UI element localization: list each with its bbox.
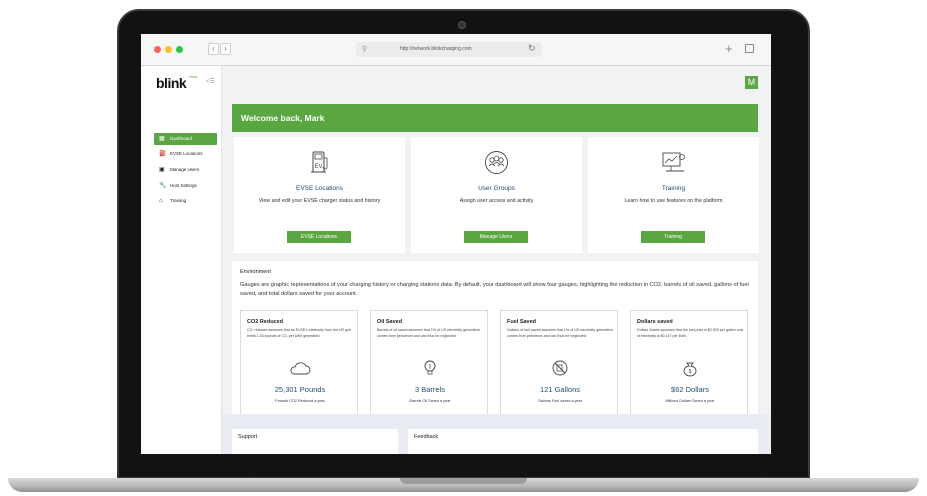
gauge-caption: Barrels Oil Saved a year bbox=[409, 399, 451, 403]
gauge-oil-saved: Oil Saved Barrels of oil saved assumes t… bbox=[370, 310, 488, 414]
lightbulb-icon bbox=[424, 360, 436, 375]
sidebar-item-label: EVSE Locations bbox=[170, 151, 203, 156]
reload-icon[interactable]: ↻ bbox=[528, 41, 536, 56]
welcome-banner: Welcome back, Mark bbox=[232, 104, 758, 132]
card-description: View and edit your EVSE charger status a… bbox=[258, 198, 381, 204]
gauge-caption: Millions Dollars Saved a year bbox=[665, 399, 715, 403]
sidebar-item-manage-users[interactable]: ▣ Manage Users bbox=[154, 164, 217, 176]
gauge-value: 25,301 Pounds bbox=[274, 385, 326, 394]
new-tab-button[interactable]: + bbox=[725, 41, 733, 56]
sidebar-item-dashboard[interactable]: ▦ Dashboard bbox=[154, 133, 217, 145]
sidebar-item-label: Dashboard bbox=[170, 136, 193, 141]
logo-host-label: Host bbox=[189, 74, 198, 79]
training-button[interactable]: Training bbox=[641, 231, 705, 243]
sidebar-item-label: Training bbox=[170, 198, 187, 203]
blink-logo: blink bbox=[156, 75, 187, 91]
address-bar[interactable]: ⚲ http://network.blinkcharging.com ↻ bbox=[356, 42, 542, 57]
url-text: http://network.blinkcharging.com bbox=[400, 46, 472, 52]
user-avatar[interactable]: M bbox=[745, 76, 758, 89]
card-evse-locations: EV EVSE Locations View and edit your EVS… bbox=[234, 137, 405, 253]
collapse-menu-icon[interactable]: <☰ bbox=[206, 78, 215, 85]
manage-users-button[interactable]: Manage Users bbox=[464, 231, 528, 243]
ev-charger-icon: EV bbox=[311, 151, 328, 173]
card-title: Training bbox=[661, 185, 686, 192]
card-title: EVSE Locations bbox=[296, 185, 343, 192]
gauge-value: 121 Gallons bbox=[539, 385, 581, 394]
support-card: Support bbox=[232, 429, 398, 454]
environment-panel: Environment Gauges are graphic represent… bbox=[232, 261, 758, 414]
sidebar-item-label: Manage Users bbox=[170, 167, 200, 172]
presentation-icon bbox=[662, 152, 685, 172]
environment-title: Environment bbox=[240, 269, 271, 275]
gauge-title: CO2 Reduced bbox=[247, 319, 284, 325]
close-window-button[interactable] bbox=[154, 46, 161, 53]
graduation-cap-icon: ⌂ bbox=[159, 198, 163, 204]
gauge-description: Barrels of oil saved assumes that 1% of … bbox=[377, 328, 481, 338]
user-groups-icon bbox=[485, 151, 508, 174]
gauge-fuel-saved: Fuel Saved Gallons of fuel saved assumes… bbox=[500, 310, 618, 414]
money-bag-icon: $ bbox=[683, 362, 697, 377]
gauge-description: Dollars Saved assumes that the fuel pric… bbox=[637, 328, 744, 338]
environment-description: Gauges are graphic representations of yo… bbox=[240, 282, 749, 297]
sidebar-item-training[interactable]: ⌂ Training bbox=[154, 195, 217, 207]
card-title: User Groups bbox=[478, 185, 515, 192]
sidebar: blink Host <☰ ▦ Dashboard ⛽ EVSE Locatio… bbox=[141, 66, 222, 454]
card-user-groups: User Groups Assign user access and activ… bbox=[411, 137, 582, 253]
card-description: Assign user access and activity bbox=[459, 198, 534, 204]
gauge-value: $62 Dollars bbox=[671, 385, 709, 394]
no-gas-icon bbox=[552, 360, 568, 376]
sidebar-item-label: Host Settings bbox=[170, 183, 197, 188]
forward-button[interactable]: › bbox=[220, 43, 231, 55]
evse-locations-button[interactable]: EVSE Locations bbox=[287, 231, 351, 243]
tabs-overview-icon[interactable] bbox=[745, 44, 754, 53]
gauge-description: CO, reduced assumes that an EVSE's elect… bbox=[247, 328, 351, 338]
ev-charger-icon: ⛽ bbox=[159, 151, 167, 157]
wrench-icon: 🔧 bbox=[159, 183, 167, 189]
gauge-title: Fuel Saved bbox=[507, 319, 537, 325]
gauge-caption: Gallons Fuel saved a year bbox=[537, 399, 583, 403]
gauge-title: Dollars saved bbox=[637, 319, 673, 325]
camera-icon bbox=[458, 21, 466, 29]
maximize-window-button[interactable] bbox=[176, 46, 183, 53]
gauge-dollars-saved: Dollars saved Dollars Saved assumes that… bbox=[630, 310, 748, 414]
sidebar-item-host-settings[interactable]: 🔧 Host Settings bbox=[154, 180, 217, 192]
dashboard-icon: ▦ bbox=[159, 136, 165, 142]
gauge-title: Oil Saved bbox=[377, 319, 403, 325]
users-icon: ▣ bbox=[159, 167, 165, 173]
gauge-caption: Pounds CO2 Reduced a year bbox=[275, 399, 325, 403]
gauge-value: 3 Barrels bbox=[414, 385, 445, 394]
laptop-notch bbox=[400, 478, 527, 484]
laptop-frame: ‹ › ⚲ http://network.blinkcharging.com ↻… bbox=[0, 0, 927, 496]
card-description: Learn how to use features on the platfor… bbox=[624, 198, 723, 204]
svg-text:EV: EV bbox=[314, 164, 322, 170]
cloud-icon bbox=[290, 362, 311, 375]
minimize-window-button[interactable] bbox=[165, 46, 172, 53]
gauge-description: Gallons of fuel saved assumes that 1% of… bbox=[507, 328, 614, 338]
sidebar-item-evse-locations[interactable]: ⛽ EVSE Locations bbox=[154, 148, 217, 160]
browser-toolbar: ‹ › ⚲ http://network.blinkcharging.com ↻… bbox=[141, 34, 771, 66]
gauge-co2-reduced: CO2 Reduced CO, reduced assumes that an … bbox=[240, 310, 358, 414]
card-training: Training Learn how to use features on th… bbox=[588, 137, 759, 253]
svg-text:$: $ bbox=[689, 369, 692, 375]
search-icon: ⚲ bbox=[362, 46, 368, 53]
feedback-card: Feedback bbox=[408, 429, 758, 454]
back-button[interactable]: ‹ bbox=[208, 43, 219, 55]
screen: ‹ › ⚲ http://network.blinkcharging.com ↻… bbox=[141, 34, 771, 454]
